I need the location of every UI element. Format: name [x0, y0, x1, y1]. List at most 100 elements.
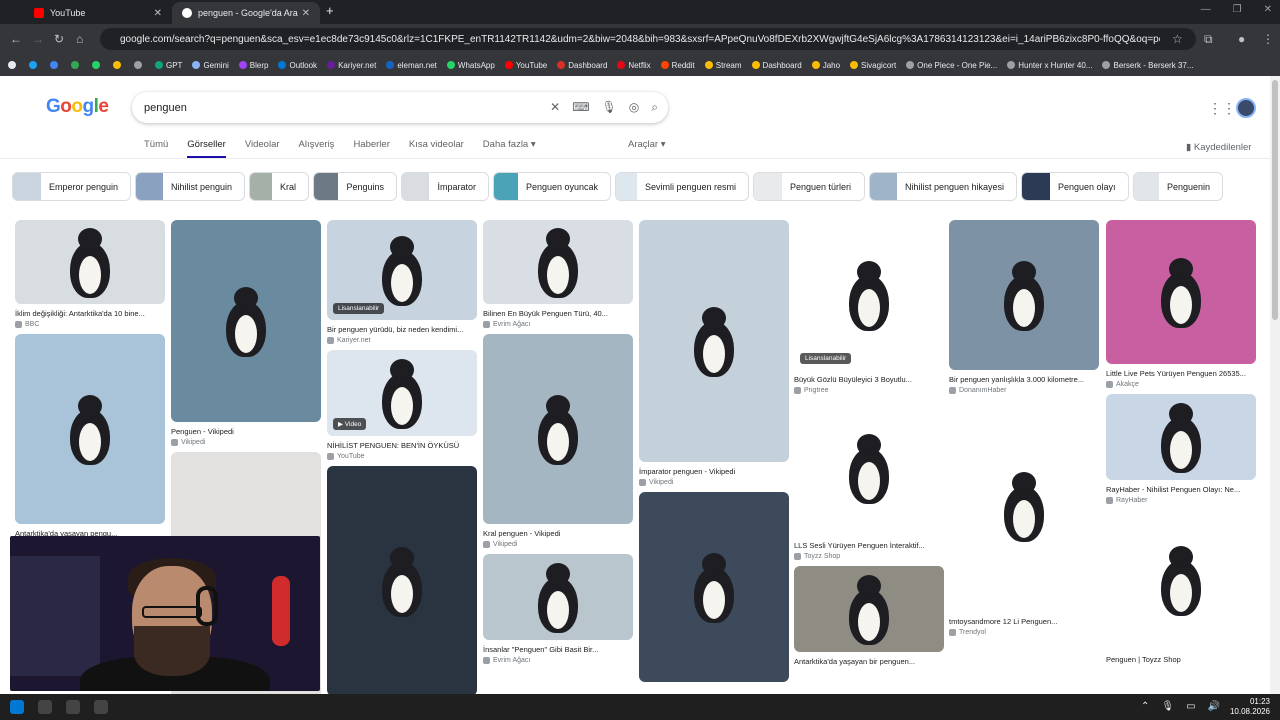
- tab-google-search[interactable]: penguen - Google'da Ara ✕: [172, 2, 320, 24]
- bookmark-item[interactable]: [29, 61, 40, 69]
- avatar[interactable]: [1236, 98, 1256, 118]
- image-result[interactable]: RayHaber - Nihilist Penguen Olayı: Ne...…: [1106, 394, 1256, 504]
- bookmark-item[interactable]: [92, 61, 103, 69]
- image-result[interactable]: Bilinen En Büyük Penguen Türü, 40... Evri…: [483, 220, 633, 328]
- tab-2[interactable]: Videolar: [245, 139, 280, 158]
- related-chip[interactable]: Penguen olayı: [1021, 172, 1129, 201]
- tab-3[interactable]: Alışveriş: [299, 139, 335, 158]
- taskbar-app-icon[interactable]: [66, 700, 80, 714]
- result-source[interactable]: Vikipedi: [639, 479, 789, 486]
- tools-dropdown[interactable]: Araçlar ▾: [628, 139, 666, 150]
- bookmark-item[interactable]: Kariyer.net: [327, 61, 376, 70]
- image-result[interactable]: [639, 492, 789, 682]
- related-chip[interactable]: Emperor penguin: [12, 172, 131, 201]
- bookmark-item[interactable]: Outlook: [278, 61, 317, 70]
- bookmark-item[interactable]: Gemini: [192, 61, 229, 70]
- result-caption[interactable]: İklim değişikliği: Antarktika'da 10 bine…: [15, 309, 165, 318]
- bookmark-item[interactable]: Berserk - Berserk 37...: [1102, 61, 1194, 70]
- bookmark-item[interactable]: [50, 61, 61, 69]
- home-icon[interactable]: ⌂: [76, 32, 83, 46]
- result-caption[interactable]: Penguen | Toyzz Shop: [1106, 655, 1256, 664]
- bookmark-star-icon[interactable]: ☆: [1172, 32, 1183, 46]
- result-source[interactable]: Akakçe: [1106, 381, 1256, 388]
- result-caption[interactable]: Bir penguen yanlışlıkla 3.000 kilometre.…: [949, 375, 1099, 384]
- result-thumbnail[interactable]: [639, 492, 789, 682]
- result-thumbnail[interactable]: [949, 400, 1099, 612]
- result-thumbnail[interactable]: [327, 466, 477, 694]
- image-result[interactable]: Little Live Pets Yürüyen Penguen 26535..…: [1106, 220, 1256, 388]
- result-caption[interactable]: RayHaber - Nihilist Penguen Olayı: Ne...: [1106, 485, 1256, 494]
- result-thumbnail[interactable]: [1106, 510, 1256, 650]
- camera-lens-icon[interactable]: ◎: [629, 100, 639, 115]
- taskbar-app-icon[interactable]: [94, 700, 108, 714]
- bookmark-item[interactable]: [113, 61, 124, 69]
- bookmark-item[interactable]: eleman.net: [386, 61, 437, 70]
- tab-1[interactable]: Görseller: [187, 139, 226, 158]
- image-result[interactable]: Lisanslanabilir Büyük Gözlü Büyüleyici 3 …: [794, 220, 944, 394]
- profile-icon[interactable]: ●: [1238, 32, 1245, 46]
- apps-grid-icon[interactable]: ⋮⋮: [1208, 100, 1236, 117]
- bookmark-item[interactable]: YouTube: [504, 61, 547, 70]
- related-chip[interactable]: Nihilist penguen hikayesi: [869, 172, 1017, 201]
- related-chip[interactable]: Sevimli penguen resmi: [615, 172, 749, 201]
- related-chip[interactable]: Nihilist penguin: [135, 172, 245, 201]
- result-caption[interactable]: Antarktika'da yaşayan bir penguen...: [794, 657, 944, 666]
- related-chip[interactable]: Penguenin: [1133, 172, 1223, 201]
- volume-icon[interactable]: 🔊: [1208, 701, 1220, 712]
- image-result[interactable]: İmparator penguen - Vikipedi Vikipedi: [639, 220, 789, 486]
- search-icon[interactable]: ⌕: [651, 100, 658, 115]
- taskbar-app-icon[interactable]: [38, 700, 52, 714]
- result-source[interactable]: RayHaber: [1106, 497, 1256, 504]
- result-thumbnail[interactable]: ▶ Video: [327, 350, 477, 436]
- forward-icon[interactable]: →: [32, 32, 44, 46]
- close-tab-icon[interactable]: ✕: [154, 8, 162, 19]
- result-caption[interactable]: Büyük Gözlü Büyüleyici 3 Boyutlu...: [794, 375, 944, 384]
- result-thumbnail[interactable]: [1106, 394, 1256, 480]
- image-result[interactable]: Bir penguen yanlışlıkla 3.000 kilometre.…: [949, 220, 1099, 394]
- scrollbar-thumb[interactable]: [1272, 80, 1278, 320]
- google-logo[interactable]: Google: [46, 96, 109, 118]
- tab-youtube[interactable]: YouTube ✕: [24, 2, 172, 24]
- image-result[interactable]: LLS Sesli Yürüyen Penguen İnteraktif... T…: [794, 400, 944, 560]
- result-thumbnail[interactable]: Lisanslanabilir: [794, 220, 944, 370]
- related-chip[interactable]: Penguins: [313, 172, 397, 201]
- saved-link[interactable]: ▮ Kaydedilenler: [1186, 142, 1251, 153]
- result-caption[interactable]: tmtoysandmore 12 Li Penguen...: [949, 617, 1099, 626]
- bookmark-item[interactable]: Netflix: [617, 61, 651, 70]
- keyboard-icon[interactable]: ⌨: [572, 100, 589, 115]
- bookmark-item[interactable]: Stream: [704, 61, 742, 70]
- related-chip[interactable]: Penguen türleri: [753, 172, 865, 201]
- image-result[interactable]: [327, 466, 477, 694]
- microphone-icon[interactable]: 🎙: [602, 100, 617, 115]
- image-result[interactable]: İnsanlar "Penguen" Gibi Basit Bir... Evri…: [483, 554, 633, 664]
- search-input[interactable]: penguen: [144, 102, 187, 114]
- image-result[interactable]: Penguen | Toyzz Shop: [1106, 510, 1256, 664]
- bookmark-item[interactable]: Dashboard: [751, 61, 802, 70]
- bookmark-item[interactable]: Reddit: [660, 61, 695, 70]
- restore-icon[interactable]: ❐: [1233, 4, 1242, 15]
- related-chip[interactable]: Penguen oyuncak: [493, 172, 611, 201]
- result-source[interactable]: Evrim Ağacı: [483, 321, 633, 328]
- result-caption[interactable]: Little Live Pets Yürüyen Penguen 26535..…: [1106, 369, 1256, 378]
- result-caption[interactable]: İnsanlar "Penguen" Gibi Basit Bir...: [483, 645, 633, 654]
- back-icon[interactable]: ←: [10, 32, 22, 46]
- clear-icon[interactable]: ✕: [550, 100, 560, 115]
- bookmark-item[interactable]: WhatsApp: [446, 61, 495, 70]
- result-thumbnail[interactable]: [483, 220, 633, 304]
- tab-0[interactable]: Tümü: [144, 139, 168, 158]
- result-source[interactable]: Evrim Ağacı: [483, 657, 633, 664]
- image-result[interactable]: Antarktika'da yaşayan bir penguen...: [794, 566, 944, 666]
- bookmark-item[interactable]: Blerp: [238, 61, 268, 70]
- result-source[interactable]: Kariyer.net: [327, 337, 477, 344]
- result-thumbnail[interactable]: [15, 334, 165, 524]
- bookmark-item[interactable]: Hunter x Hunter 40...: [1007, 61, 1092, 70]
- extensions-icon[interactable]: ⧉: [1204, 32, 1213, 47]
- image-result[interactable]: Kral penguen - Vikipedi Vikipedi: [483, 334, 633, 548]
- result-thumbnail[interactable]: [483, 554, 633, 640]
- menu-icon[interactable]: ⋮: [1262, 32, 1274, 46]
- result-source[interactable]: BBC: [15, 321, 165, 328]
- result-caption[interactable]: İmparator penguen - Vikipedi: [639, 467, 789, 476]
- result-source[interactable]: Pngtree: [794, 387, 944, 394]
- result-source[interactable]: Toyzz Shop: [794, 553, 944, 560]
- image-result[interactable]: Antarktika'da yaşayan pengu...: [15, 334, 165, 538]
